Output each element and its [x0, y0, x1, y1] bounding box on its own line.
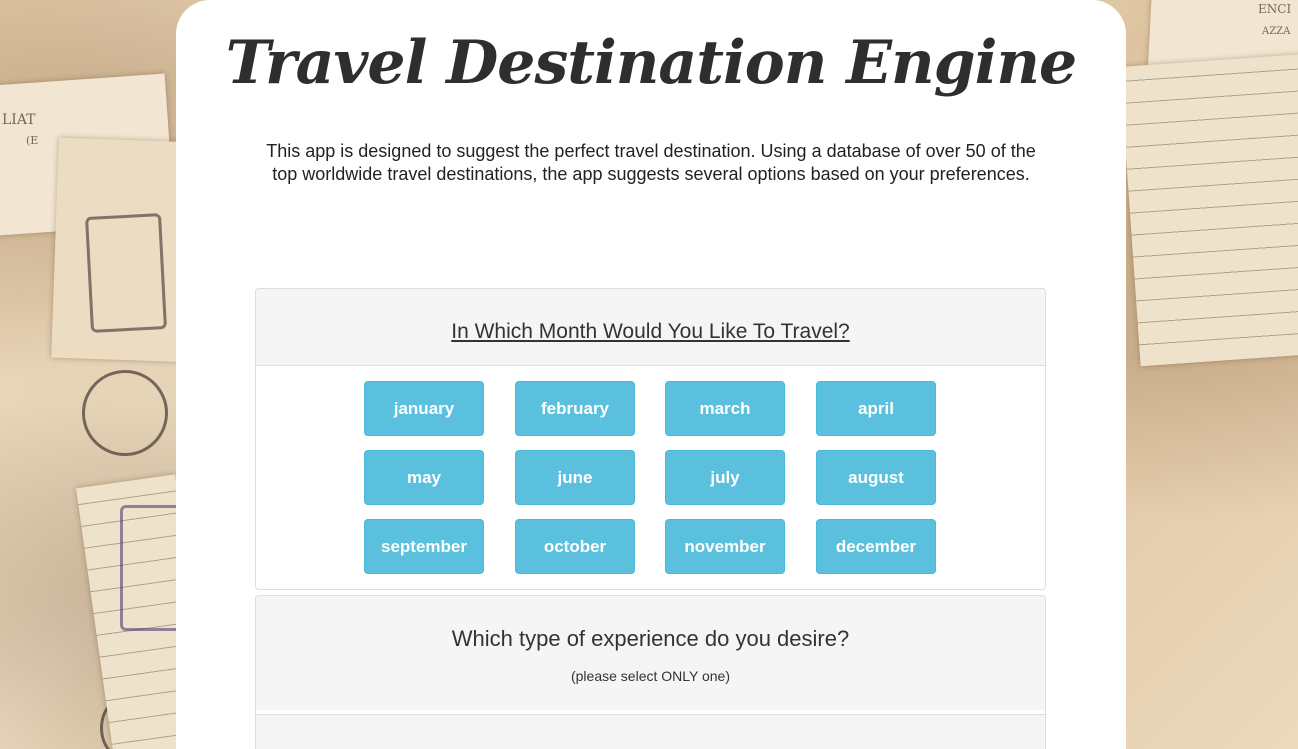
- month-button-july[interactable]: july: [665, 450, 785, 505]
- experience-panel-subheading: (please select ONLY one): [570, 668, 730, 684]
- experience-options-area: [256, 714, 1045, 749]
- month-button-september[interactable]: september: [364, 519, 484, 574]
- postmark-rect-stamp: [85, 213, 167, 333]
- main-card: Travel Destination Engine This app is de…: [176, 0, 1126, 749]
- month-panel: In Which Month Would You Like To Travel?…: [255, 288, 1046, 590]
- experience-panel-heading: Which type of experience do you desire?: [451, 626, 850, 651]
- background-text-left-1: LIAT: [2, 112, 36, 128]
- month-button-april[interactable]: april: [816, 381, 936, 436]
- handwritten-letter-right: [1119, 53, 1298, 367]
- month-button-november[interactable]: november: [665, 519, 785, 574]
- month-button-february[interactable]: february: [515, 381, 635, 436]
- month-button-may[interactable]: may: [364, 450, 484, 505]
- month-button-june[interactable]: june: [515, 450, 635, 505]
- month-button-december[interactable]: december: [816, 519, 936, 574]
- month-button-march[interactable]: march: [665, 381, 785, 436]
- background-text-right-1: ENCI: [1258, 2, 1292, 16]
- month-panel-header: In Which Month Would You Like To Travel?: [256, 289, 1045, 366]
- background-text-left-2: (E: [26, 134, 39, 147]
- background-text-right-2: AZZA: [1262, 26, 1291, 37]
- month-button-january[interactable]: january: [364, 381, 484, 436]
- month-panel-heading: In Which Month Would You Like To Travel?: [451, 320, 850, 343]
- intro-text: This app is designed to suggest the perf…: [266, 141, 1036, 184]
- page-title: Travel Destination Engine: [225, 28, 1077, 98]
- experience-panel: Which type of experience do you desire? …: [255, 595, 1046, 749]
- month-button-august[interactable]: august: [816, 450, 936, 505]
- month-button-october[interactable]: october: [515, 519, 635, 574]
- experience-panel-header: Which type of experience do you desire? …: [256, 596, 1045, 710]
- postmark-circle-stamp: [82, 370, 168, 456]
